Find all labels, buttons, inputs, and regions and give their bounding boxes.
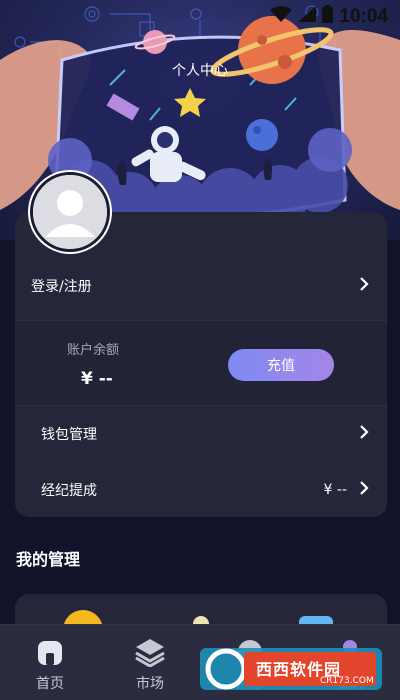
page-title: 个人中心 [172, 63, 228, 79]
commission-row[interactable]: 经纪提成 ¥ -- [15, 468, 387, 512]
account-card: 登录/注册 账户余额 ¥ -- 充值 钱包管理 经纪提成 ¥ -- [15, 212, 387, 517]
commission-label: 经纪提成 [41, 483, 97, 499]
watermark-sub: CR173.COM [320, 676, 374, 686]
status-time: 10:04 [339, 6, 388, 27]
chevron-right-icon [359, 481, 369, 499]
balance-section: 账户余额 ¥ -- 充值 [15, 320, 387, 406]
wallet-management-label: 钱包管理 [41, 427, 97, 443]
nav-home-label: 首页 [36, 676, 64, 692]
balance-value: ¥ -- [81, 369, 113, 389]
home-icon [35, 635, 65, 669]
wallet-management-row[interactable]: 钱包管理 [15, 412, 387, 456]
nav-market-label: 市场 [136, 676, 164, 692]
default-user-icon [33, 175, 107, 249]
wifi-icon [270, 6, 293, 28]
status-bar: 10:04 [270, 5, 388, 29]
avatar[interactable] [30, 172, 110, 252]
commission-value: ¥ -- [323, 482, 347, 498]
balance-label: 账户余额 [67, 343, 120, 358]
nav-home[interactable]: 首页 [0, 625, 100, 700]
section-title-management: 我的管理 [16, 550, 81, 569]
nav-market[interactable]: 市场 [100, 625, 200, 700]
chevron-right-icon [359, 277, 369, 295]
login-register-row[interactable]: 登录/注册 [15, 264, 387, 308]
chevron-right-icon [359, 425, 369, 443]
login-register-label: 登录/注册 [31, 279, 92, 295]
signal-icon [298, 6, 317, 28]
recharge-button[interactable]: 充值 [228, 349, 334, 381]
battery-icon [322, 5, 334, 29]
layers-icon [134, 635, 166, 669]
